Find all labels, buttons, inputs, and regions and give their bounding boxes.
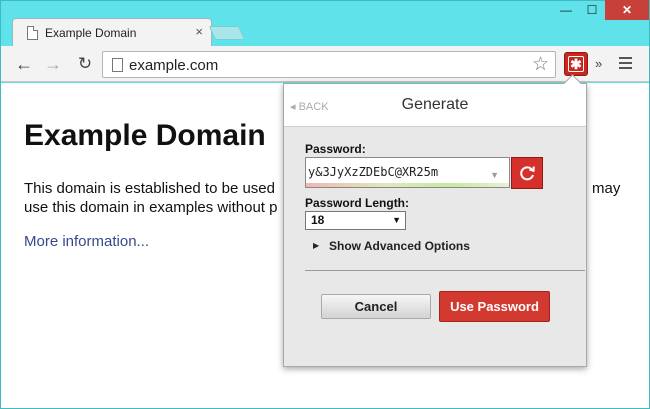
page-icon xyxy=(112,58,123,72)
page-heading: Example Domain xyxy=(24,119,266,152)
document-icon xyxy=(27,26,38,40)
new-tab-button[interactable] xyxy=(208,26,246,40)
password-field[interactable]: ▼ xyxy=(305,157,510,188)
cancel-button[interactable]: Cancel xyxy=(321,294,431,319)
minimize-button[interactable]: — xyxy=(553,0,579,20)
popup-title: Generate xyxy=(401,96,469,113)
password-length-label: Password Length: xyxy=(305,196,410,210)
tab-close-icon[interactable]: × xyxy=(195,24,203,39)
close-window-button[interactable]: ✕ xyxy=(605,0,649,20)
use-password-button[interactable]: Use Password xyxy=(439,291,550,322)
password-strength-bar xyxy=(306,183,509,187)
reload-button[interactable]: ↻ xyxy=(73,52,97,76)
expand-caret-icon[interactable]: ▶ xyxy=(313,241,319,250)
back-button[interactable]: ← xyxy=(12,52,36,76)
lastpass-extension-button[interactable]: ✱ xyxy=(564,52,588,76)
url-input[interactable] xyxy=(129,55,519,75)
popup-header: ◂ BACK Generate xyxy=(284,84,586,127)
maximize-button[interactable]: ☐ xyxy=(579,0,605,20)
password-input[interactable] xyxy=(308,163,484,181)
address-bar[interactable]: ☆ xyxy=(102,51,556,78)
more-information-link[interactable]: More information... xyxy=(24,233,149,250)
show-advanced-options[interactable]: Show Advanced Options xyxy=(329,239,470,253)
body-text-line-1-tail: may xyxy=(592,180,621,197)
password-length-select[interactable]: 18 ▼ xyxy=(305,211,406,230)
bookmark-star-icon[interactable]: ☆ xyxy=(532,53,549,76)
password-label: Password: xyxy=(305,142,366,156)
lastpass-icon: ✱ xyxy=(568,56,584,72)
refresh-icon xyxy=(520,166,535,181)
tab-title: Example Domain xyxy=(45,26,137,40)
lastpass-generate-popup: ◂ BACK Generate Password: ▼ Password Len… xyxy=(283,83,587,367)
body-text-line-1: This domain is established to be used xyxy=(24,180,275,197)
select-arrow-icon: ▼ xyxy=(392,215,401,225)
history-dropdown-icon[interactable]: ▼ xyxy=(490,170,499,180)
extensions-overflow-button[interactable]: » xyxy=(595,56,602,71)
divider xyxy=(305,270,585,271)
regenerate-button[interactable] xyxy=(511,157,543,189)
forward-button[interactable]: → xyxy=(41,52,65,76)
toolbar: ← → ↻ ☆ ✱ » xyxy=(1,46,649,82)
body-text-line-2: use this domain in examples without p xyxy=(24,199,278,216)
password-length-value: 18 xyxy=(311,213,325,227)
menu-icon[interactable] xyxy=(619,57,632,72)
tab-example-domain[interactable]: Example Domain × xyxy=(12,18,212,46)
